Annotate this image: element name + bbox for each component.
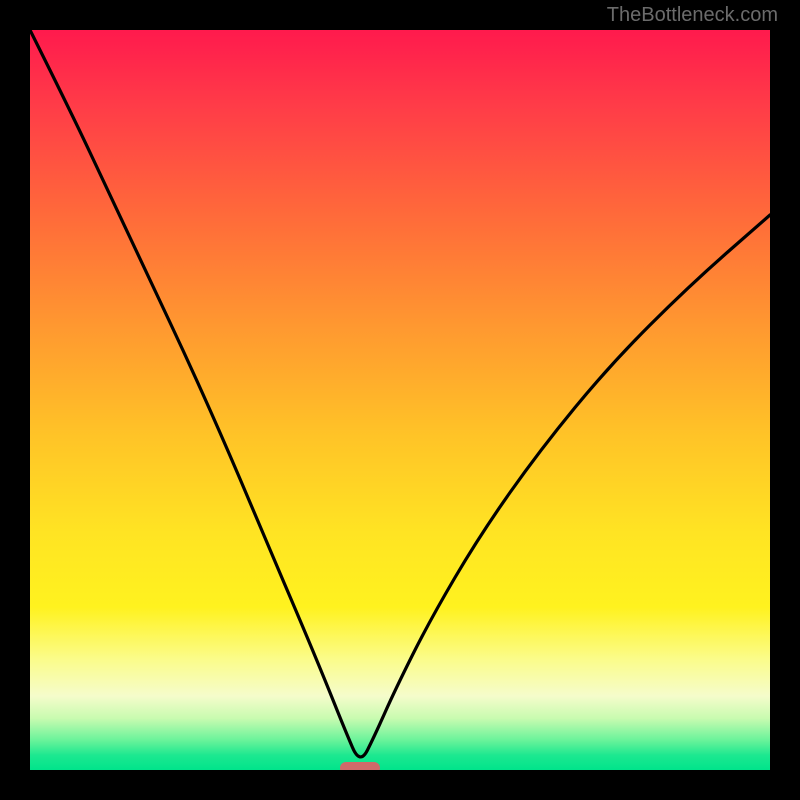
optimal-marker — [340, 762, 380, 770]
plot-area — [30, 30, 770, 770]
bottleneck-curve — [30, 30, 770, 770]
watermark: TheBottleneck.com — [607, 4, 778, 27]
chart-frame: TheBottleneck.com — [0, 0, 800, 800]
